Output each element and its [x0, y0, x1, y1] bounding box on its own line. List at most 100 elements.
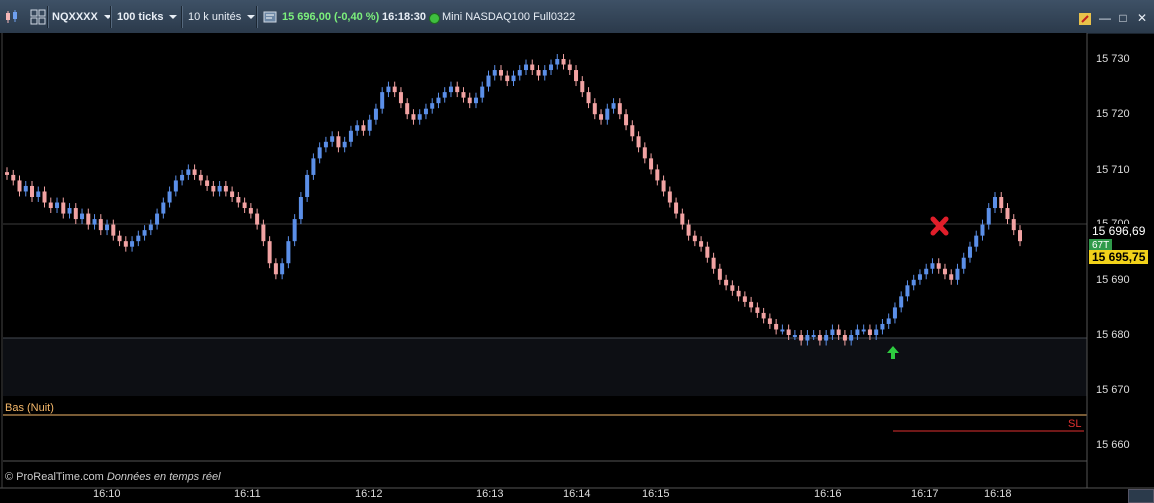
candle-body: [411, 114, 416, 120]
candle-body: [205, 180, 210, 186]
candle-body: [567, 64, 572, 71]
candle-body: [524, 64, 529, 71]
candle-body: [886, 318, 891, 324]
candle-body: [86, 213, 91, 225]
time-tick: 16:13: [476, 488, 504, 500]
candle-body: [592, 103, 597, 115]
candle-body: [142, 230, 147, 236]
candle-body: [380, 92, 385, 109]
resize-grip-icon[interactable]: [1128, 489, 1154, 503]
candle-body: [486, 75, 491, 87]
candle-body: [792, 335, 797, 337]
candle-body: [717, 268, 722, 280]
candle-body: [348, 130, 353, 142]
candle-body: [273, 263, 278, 275]
candle-body: [830, 329, 835, 335]
candle-body: [30, 185, 35, 197]
candle-body: [555, 59, 560, 65]
price-tick: 15 660: [1096, 439, 1130, 451]
candle-body: [699, 241, 704, 247]
symbol-selector[interactable]: NQXXXX: [52, 7, 112, 27]
candle-body: [611, 103, 616, 109]
indicator-panel-label[interactable]: Bas (Nuit): [5, 402, 54, 414]
stop-loss-label: SL: [1068, 418, 1082, 430]
symbol-label: NQXXXX: [52, 11, 98, 23]
settings-icon[interactable]: [263, 10, 277, 24]
candle-body: [680, 213, 685, 225]
period-label: 100 ticks: [117, 11, 164, 23]
candle-body: [749, 301, 754, 308]
candle-body: [905, 285, 910, 297]
candle-body: [549, 64, 554, 71]
candle-body: [11, 174, 16, 181]
candle-body: [755, 307, 760, 313]
candle-body: [586, 92, 591, 104]
candle-body: [186, 169, 191, 175]
candlestick-icon[interactable]: [4, 9, 20, 25]
candle-body: [461, 92, 466, 98]
status-dot-icon: [429, 13, 440, 24]
candle-body: [373, 108, 378, 120]
candle-body: [542, 70, 547, 76]
candle-body: [148, 224, 153, 231]
candle-body: [642, 147, 647, 159]
candle-body: [430, 103, 435, 109]
candle-body: [911, 279, 916, 286]
candle-body: [155, 213, 160, 225]
candle-body: [1011, 219, 1016, 231]
candle-body: [724, 279, 729, 286]
candle-body: [67, 208, 72, 214]
candle-body: [824, 335, 829, 341]
candle-body: [761, 312, 766, 319]
candle-body: [386, 86, 391, 93]
price-chart[interactable]: [0, 33, 1154, 503]
candle-body: [630, 125, 635, 137]
minimize-icon[interactable]: —: [1099, 12, 1111, 24]
last-quote: 15 696,00 (-0,40 %): [282, 11, 380, 23]
candle-body: [336, 136, 341, 148]
candle-body: [355, 125, 360, 131]
candle-body: [892, 307, 897, 319]
close-icon[interactable]: ✕: [1136, 12, 1148, 24]
candle-body: [930, 263, 935, 269]
candle-body: [61, 202, 66, 214]
candle-body: [636, 136, 641, 148]
realtime-text: Données en temps réel: [106, 471, 221, 483]
candle-body: [880, 323, 885, 330]
candle-body: [198, 174, 203, 181]
grid-icon[interactable]: [30, 9, 46, 25]
candle-body: [455, 86, 460, 93]
candle-body: [342, 141, 347, 148]
candle-body: [280, 263, 285, 275]
candle-body: [561, 59, 566, 65]
candle-body: [367, 119, 372, 131]
chevron-down-icon: [247, 15, 256, 20]
candle-body: [655, 169, 660, 181]
candle-body: [736, 290, 741, 297]
time-tick: 16:18: [984, 488, 1012, 500]
units-label: 10 k unités: [188, 11, 242, 23]
alert-icon[interactable]: [1078, 12, 1092, 26]
candle-body: [899, 296, 904, 308]
candle-body: [674, 202, 679, 214]
candle-body: [180, 174, 185, 181]
candle-body: [448, 86, 453, 93]
candle-body: [236, 197, 241, 203]
units-selector[interactable]: 10 k unités: [188, 7, 256, 27]
candle-body: [55, 202, 60, 209]
candle-body: [248, 208, 253, 214]
copyright-text: © ProRealTime.com: [5, 471, 104, 483]
candle-body: [73, 208, 78, 220]
candle-body: [423, 108, 428, 115]
candle-body: [617, 103, 622, 115]
candle-body: [924, 268, 929, 275]
candle-body: [136, 235, 141, 242]
candle-body: [874, 329, 879, 335]
candle-body: [605, 108, 610, 120]
candle-body: [942, 268, 947, 275]
candle-body: [855, 329, 860, 335]
candle-body: [80, 213, 85, 220]
restore-icon[interactable]: □: [1117, 12, 1129, 24]
period-selector[interactable]: 100 ticks: [117, 7, 178, 27]
candle-body: [436, 97, 441, 104]
